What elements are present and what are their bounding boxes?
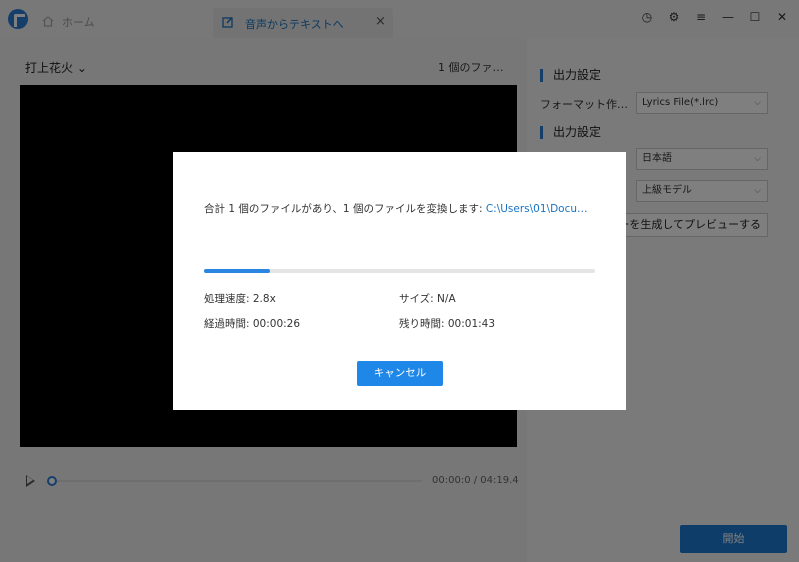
- processing-speed: 処理速度: 2.8x: [204, 293, 276, 305]
- dialog-message: 合計 1 個のファイルがあり、1 個のファイルを変換します: C:\Users\…: [204, 203, 588, 215]
- progress-fill: [204, 269, 271, 273]
- elapsed-time: 経過時間: 00:00:26: [204, 318, 301, 330]
- conversion-dialog: 合計 1 個のファイルがあり、1 個のファイルを変換します: C:\Users\…: [173, 152, 626, 410]
- remaining-time: 残り時間: 00:01:43: [399, 318, 496, 330]
- progress-bar: [204, 269, 595, 273]
- file-size: サイズ: N/A: [399, 293, 456, 305]
- cancel-button[interactable]: キャンセル: [357, 361, 443, 386]
- output-path-link[interactable]: C:\Users\01\Docu…: [486, 203, 588, 215]
